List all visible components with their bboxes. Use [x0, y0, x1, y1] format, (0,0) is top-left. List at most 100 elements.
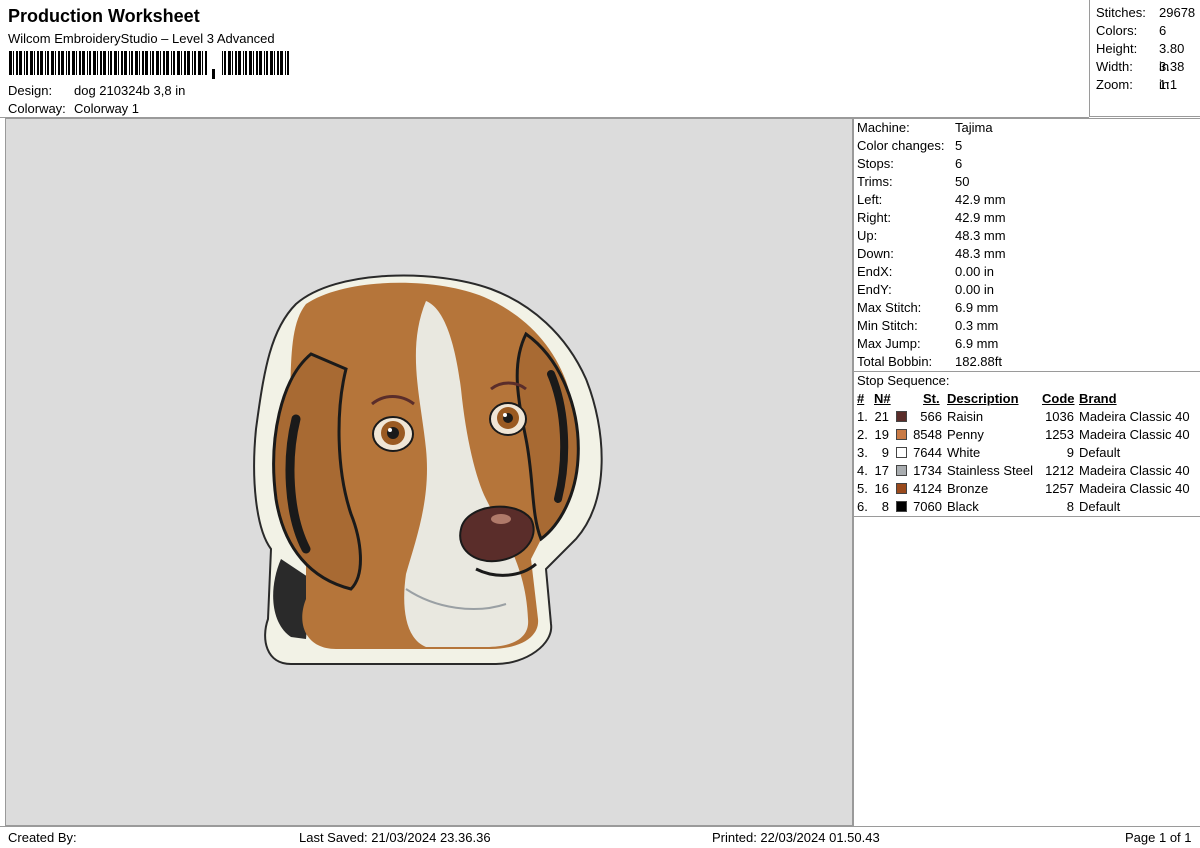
barcode-bar — [224, 51, 226, 75]
barcode-bar — [135, 51, 138, 75]
barcode-bar — [37, 51, 39, 75]
barcode-bar — [87, 51, 88, 75]
row-index: 6. — [857, 499, 868, 514]
row-code: 9 — [1066, 445, 1074, 460]
barcode-bar — [9, 51, 12, 75]
barcode-bar — [19, 51, 22, 75]
row-index: 3. — [857, 445, 868, 460]
color-swatch — [896, 411, 907, 422]
row-description: Raisin — [947, 409, 984, 424]
barcode-bar — [150, 51, 151, 75]
down-value: 48.3 mm — [955, 246, 1006, 261]
min-stitch-label: Min Stitch: — [857, 318, 918, 333]
footer-bar: Created By: Last Saved: 21/03/2024 23.36… — [0, 826, 1200, 848]
barcode-bar — [205, 51, 207, 75]
row-code: 1212 — [1045, 463, 1074, 478]
machine-value: Tajima — [955, 120, 993, 135]
barcode-graphic — [9, 51, 289, 79]
row-code: 8 — [1066, 499, 1074, 514]
zoom-value: 1:1 — [1159, 77, 1178, 92]
barcode-bar — [142, 51, 144, 75]
row-description: Stainless Steel — [947, 463, 1033, 478]
barcode-bar — [184, 51, 186, 75]
design-value: dog 210324b 3,8 in — [74, 83, 186, 98]
color-changes-label: Color changes: — [857, 138, 945, 153]
row-brand: Madeira Classic 40 — [1079, 427, 1190, 442]
stop-sequence-row: 5. 16 4124 Bronze 1257 Madeira Classic 40 — [854, 480, 1200, 498]
row-description: Black — [947, 499, 979, 514]
stop-sequence-row: 1. 21 566 Raisin 1036 Madeira Classic 40 — [854, 408, 1200, 426]
stop-sequence-row: 3. 9 7644 White 9 Default — [854, 444, 1200, 462]
barcode-bar — [222, 51, 223, 75]
design-label: Design: — [8, 83, 53, 98]
barcode-bar — [264, 51, 265, 75]
barcode-bar — [68, 51, 70, 75]
colorway-label: Colorway: — [8, 101, 66, 116]
barcode-bar — [82, 51, 85, 75]
color-swatch — [896, 447, 907, 458]
row-needle: 8 — [881, 499, 889, 514]
row-code: 1036 — [1045, 409, 1074, 424]
stitches-value: 29678 — [1159, 5, 1196, 20]
barcode-bar — [249, 51, 252, 75]
barcode-bar — [97, 51, 98, 75]
stop-sequence-row: 4. 17 1734 Stainless Steel 1212 Madeira Class… — [854, 462, 1200, 480]
row-stitches: 4124 — [913, 481, 942, 496]
barcode-bar — [40, 51, 43, 75]
zoom-label: Zoom: — [1096, 77, 1133, 92]
row-stitches: 566 — [920, 409, 942, 424]
row-code: 1253 — [1045, 427, 1074, 442]
row-needle: 21 — [874, 409, 889, 424]
row-description: White — [947, 445, 981, 460]
barcode-bar — [238, 51, 241, 75]
col-header-needle: N# — [874, 391, 891, 406]
barcode-bar — [24, 51, 25, 75]
barcode-bar — [256, 51, 258, 75]
design-preview-canvas — [5, 118, 853, 826]
barcode-bar — [177, 51, 180, 75]
barcode-bar — [114, 51, 117, 75]
height-label: Height: — [1096, 41, 1138, 56]
trims-value: 50 — [955, 174, 970, 189]
stop-sequence-row: 2. 19 8548 Penny 1253 Madeira Classic 40 — [854, 426, 1200, 444]
row-stitches: 7060 — [913, 499, 942, 514]
barcode-bar — [47, 51, 49, 75]
stops-value: 6 — [955, 156, 963, 171]
barcode-bar — [259, 51, 262, 75]
barcode-bar — [163, 51, 165, 75]
page-number: Page 1 of 1 — [1125, 830, 1192, 845]
barcode-bar — [93, 51, 96, 75]
stitches-label: Stitches: — [1096, 5, 1146, 20]
header-stats-panel: Stitches: 29678 Colors: 6 Height: 3.80 i… — [1089, 0, 1200, 117]
row-description: Penny — [947, 427, 984, 442]
barcode-bar — [89, 51, 91, 75]
down-label: Down: — [857, 246, 894, 261]
barcode-bar — [192, 51, 193, 75]
barcode-bar — [277, 51, 279, 75]
width-label: Width: — [1096, 59, 1133, 74]
row-needle: 16 — [874, 481, 889, 496]
color-swatch — [896, 483, 907, 494]
barcode-bar — [26, 51, 28, 75]
row-brand: Default — [1079, 445, 1121, 460]
barcode-bar — [194, 51, 196, 75]
endy-label: EndY: — [857, 282, 892, 297]
barcode-bar — [181, 51, 182, 75]
barcode-bar — [76, 51, 77, 75]
barcode-bar — [187, 51, 190, 75]
barcode-bar — [108, 51, 109, 75]
barcode-bar — [118, 51, 119, 75]
page-title: Production Worksheet — [8, 6, 200, 26]
barcode-bar — [30, 51, 33, 75]
left-label: Left: — [857, 192, 883, 207]
stop-sequence-title: Stop Sequence: — [857, 373, 950, 388]
row-index: 4. — [857, 463, 868, 478]
col-header-code: Code — [1042, 391, 1075, 406]
barcode-bar — [156, 51, 159, 75]
color-changes-value: 5 — [955, 138, 963, 153]
machine-info-panel: Machine: Tajima Color changes: 5 Stops: 6 T… — [853, 118, 1200, 826]
max-stitch-value: 6.9 mm — [955, 300, 999, 315]
row-stitches: 8548 — [913, 427, 942, 442]
row-stitches: 7644 — [913, 445, 942, 460]
endx-value: 0.00 in — [955, 264, 995, 279]
